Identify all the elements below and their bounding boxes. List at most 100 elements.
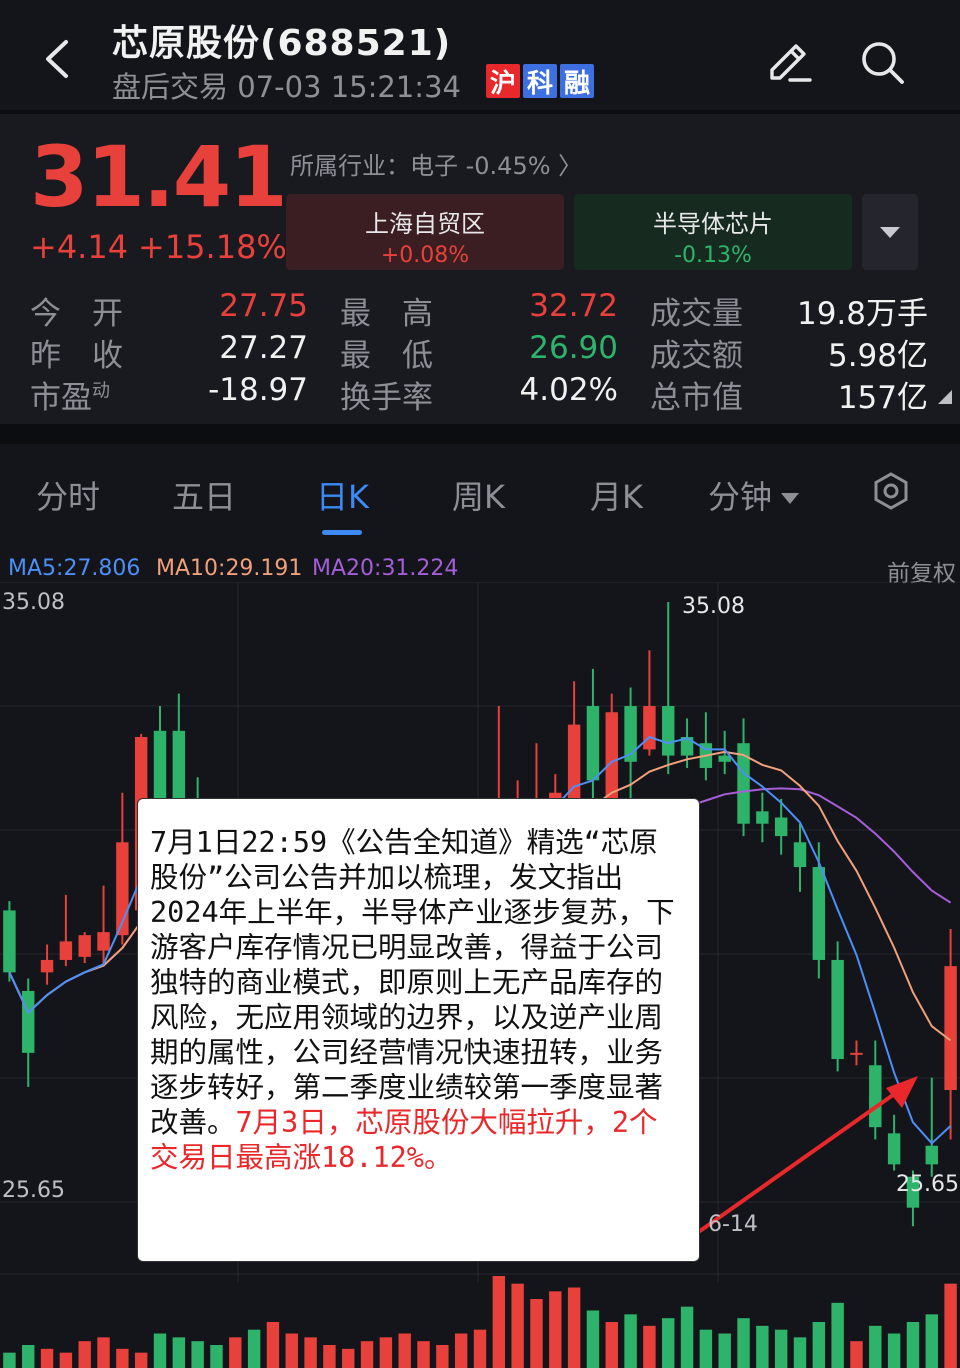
volume-bar <box>116 1348 129 1368</box>
candle-body <box>78 935 91 957</box>
candle-body <box>774 817 788 837</box>
date-label: 6-14 <box>708 1212 758 1237</box>
volume-bar <box>567 1287 581 1368</box>
high-value: 32.72 <box>529 288 618 324</box>
stock-title: 芯原股份(688521) <box>112 23 452 64</box>
high-marker-label: 35.08 <box>682 594 745 619</box>
candle-body <box>59 941 73 960</box>
volume-bar <box>454 1333 468 1368</box>
volume-bar <box>944 1283 957 1368</box>
volume-bar <box>436 1345 449 1368</box>
high-label: 最 高 <box>340 296 433 332</box>
turnover-rate-value: 4.02% <box>519 372 618 408</box>
volume-bar <box>134 1352 148 1368</box>
candle-body <box>887 1133 901 1165</box>
corner-triangle-icon <box>938 390 952 404</box>
candle-body <box>850 1052 863 1055</box>
candle-body <box>97 932 110 951</box>
tab-minute[interactable]: 分钟 <box>708 472 802 518</box>
concept-shanghai-ftz[interactable]: 上海自贸区 +0.08% <box>286 194 564 270</box>
volume-bar <box>153 1333 167 1368</box>
volume-bar <box>323 1345 336 1368</box>
volume-bar <box>680 1306 694 1368</box>
ma20-legend: MA20:31.224 <box>312 556 459 581</box>
search-icon[interactable] <box>858 38 906 86</box>
tag-star-market: 科 <box>523 64 557 99</box>
candle-body <box>925 1145 938 1165</box>
low-marker-label: 25.65 <box>896 1172 959 1197</box>
pe-label-text: 市盈 <box>30 380 92 416</box>
volume-bar <box>191 1341 204 1368</box>
tab-minute-label: 分钟 <box>708 478 773 516</box>
concept-name: 上海自贸区 <box>365 210 485 238</box>
back-arrow-icon[interactable] <box>38 36 78 82</box>
volume-bar <box>492 1276 506 1368</box>
volume-bar <box>97 1337 110 1368</box>
triangle-down-icon <box>880 227 900 238</box>
candle-body <box>3 910 16 973</box>
volume-value: 19.8万手 <box>796 296 928 332</box>
low-value: 26.90 <box>529 330 618 366</box>
volume-bar <box>78 1341 91 1368</box>
last-price: 31.41 <box>30 128 288 226</box>
market-cap-label: 总市值 <box>650 380 743 416</box>
volume-bar <box>40 1348 54 1368</box>
prev-close-label: 昨 收 <box>30 338 123 374</box>
concept-semiconductor[interactable]: 半导体芯片 -0.13% <box>574 194 852 270</box>
volume-bar <box>605 1322 618 1368</box>
annotation-callout: 7月1日22:59《公告全知道》精选“芯原股份”公司公告并加以梳理，发文指出20… <box>137 798 700 1262</box>
volume-bar <box>718 1333 731 1368</box>
amount-label: 成交额 <box>650 338 743 374</box>
candle-body <box>172 730 186 806</box>
candle-body <box>812 867 826 960</box>
section-gap <box>0 424 960 444</box>
volume-bar <box>304 1337 317 1368</box>
edit-icon[interactable] <box>764 36 814 86</box>
settings-icon[interactable] <box>872 472 910 510</box>
pe-label-sup: 动 <box>92 380 110 402</box>
volume-bar <box>643 1325 656 1368</box>
session-label: 盘后交易 <box>112 70 229 104</box>
tab-monthly-k[interactable]: 月K <box>590 472 643 518</box>
expand-concepts-button[interactable] <box>862 194 918 270</box>
volume-bar <box>398 1333 411 1368</box>
prev-close-value: 27.27 <box>219 330 308 366</box>
volume-bar <box>473 1329 487 1368</box>
market-tags: 沪 科 融 <box>486 64 594 99</box>
tag-shanghai: 沪 <box>486 64 520 99</box>
volume-bar <box>285 1333 298 1368</box>
tab-five-day[interactable]: 五日 <box>172 472 236 518</box>
active-tab-indicator <box>322 530 362 535</box>
volume-bar <box>850 1341 863 1368</box>
caret-down-icon <box>781 493 800 504</box>
volume-bar <box>511 1283 524 1368</box>
volume-bar <box>59 1352 73 1368</box>
open-value: 27.75 <box>219 288 308 324</box>
price-change-percent: +15.18% <box>138 228 287 266</box>
candle-body <box>643 706 656 750</box>
volume-bar <box>887 1333 901 1368</box>
volume-bar <box>756 1325 769 1368</box>
volume-bar <box>699 1329 713 1368</box>
axis-top-label: 35.08 <box>2 590 65 615</box>
tab-daily-k[interactable]: 日K <box>316 472 369 518</box>
volume-bar <box>549 1291 562 1368</box>
ma10-legend: MA10:29.191 <box>156 556 303 581</box>
volume-bar <box>379 1337 393 1368</box>
volume-bar <box>906 1322 920 1368</box>
open-label: 今 开 <box>30 296 123 332</box>
volume-bar <box>22 1345 35 1368</box>
volume-bar <box>360 1341 374 1368</box>
volume-bar <box>3 1352 16 1368</box>
volume-bar <box>774 1329 788 1368</box>
tab-weekly-k[interactable]: 周K <box>452 472 505 518</box>
price-change: +4.14 <box>30 228 129 266</box>
industry-link[interactable]: 所属行业：电子 -0.45% 〉 <box>290 146 582 181</box>
volume-bar <box>342 1348 355 1368</box>
low-label: 最 低 <box>340 338 433 374</box>
volume-bar <box>831 1302 844 1368</box>
axis-bottom-label: 25.65 <box>2 1178 65 1203</box>
tab-intraday[interactable]: 分时 <box>36 472 100 518</box>
candle-body <box>22 990 35 1053</box>
pe-value: -18.97 <box>208 372 308 408</box>
